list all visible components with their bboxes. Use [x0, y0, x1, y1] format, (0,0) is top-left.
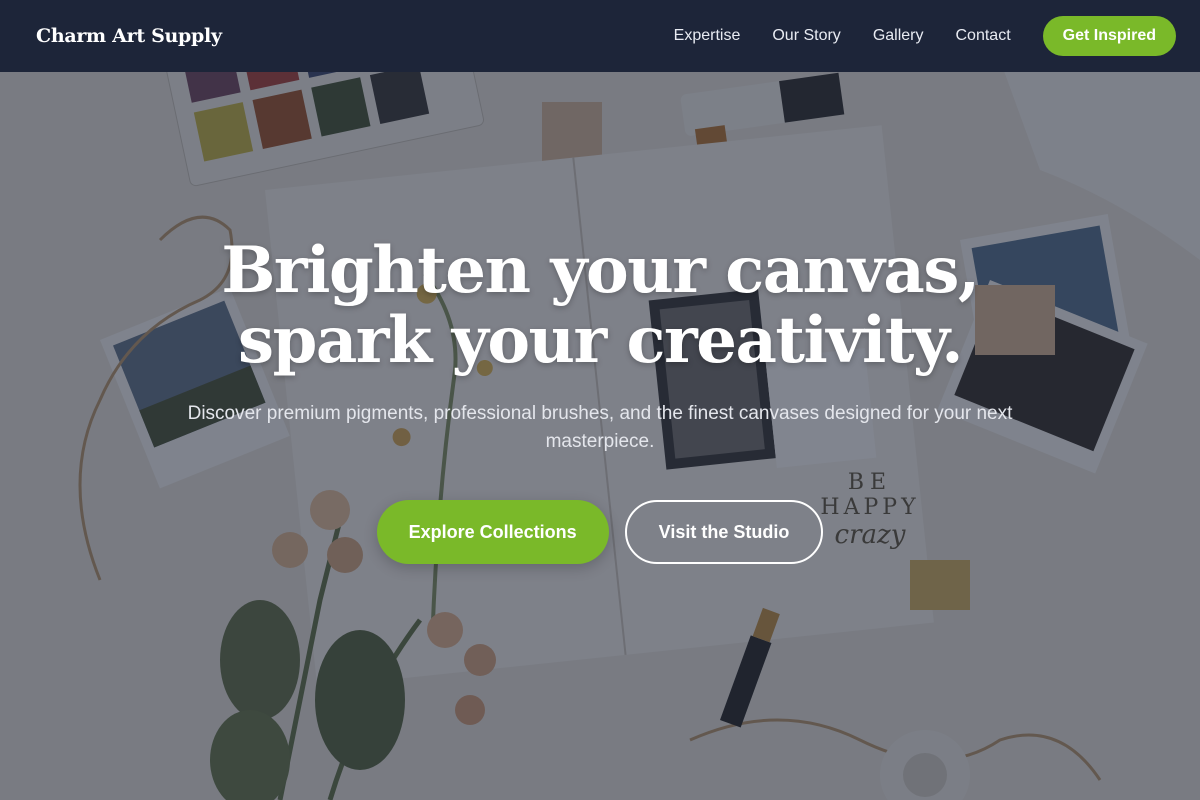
- nav-link-gallery[interactable]: Gallery: [873, 27, 924, 45]
- nav-link-contact[interactable]: Contact: [956, 27, 1011, 45]
- hero-cta-row: Explore Collections Visit the Studio: [0, 500, 1200, 564]
- nav-links: Expertise Our Story Gallery Contact Get …: [642, 16, 1176, 56]
- hero-content: Brighten your canvas, spark your creativ…: [0, 236, 1200, 564]
- hero-headline-line1: Brighten your canvas,: [221, 233, 980, 308]
- explore-collections-button[interactable]: Explore Collections: [376, 500, 609, 564]
- brand-logo[interactable]: Charm Art Supply: [36, 25, 222, 47]
- hero-headline-line2: spark your creativity.: [238, 303, 963, 378]
- top-navigation: Charm Art Supply Expertise Our Story Gal…: [0, 0, 1200, 72]
- nav-link-expertise[interactable]: Expertise: [674, 27, 741, 45]
- visit-studio-button[interactable]: Visit the Studio: [624, 500, 824, 564]
- hero-headline: Brighten your canvas, spark your creativ…: [0, 236, 1200, 376]
- nav-link-our-story[interactable]: Our Story: [772, 27, 840, 45]
- get-inspired-button[interactable]: Get Inspired: [1042, 16, 1176, 56]
- hero-subhead: Discover premium pigments, professional …: [187, 403, 1013, 452]
